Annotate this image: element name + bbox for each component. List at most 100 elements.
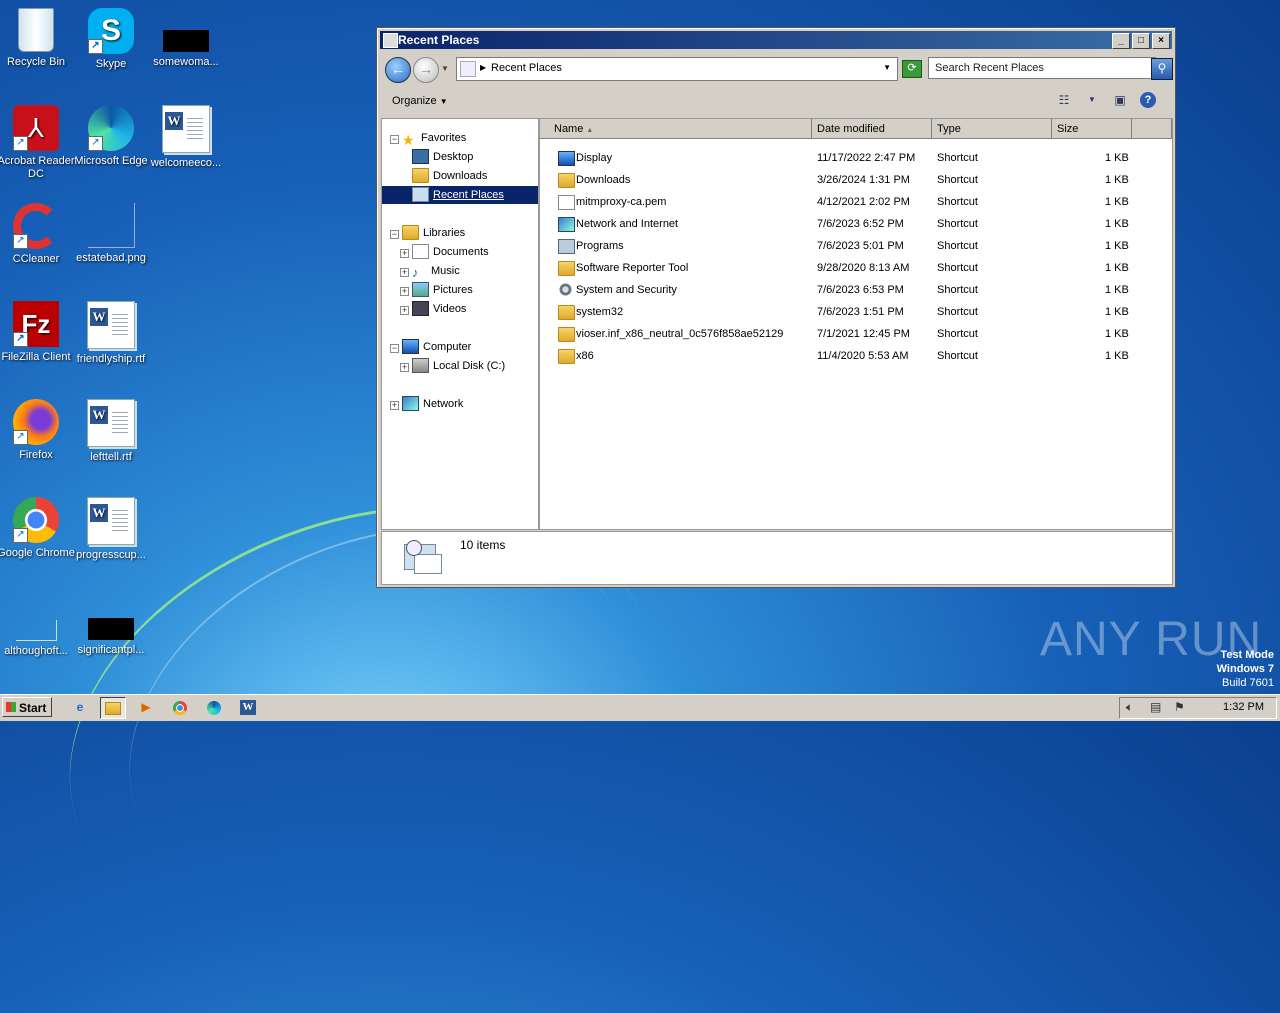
nav-libraries[interactable]: Libraries: [402, 224, 465, 242]
word-document-icon: [162, 105, 210, 153]
column-header-date[interactable]: Date modified: [812, 119, 932, 139]
file-row[interactable]: Programs 7/6/2023 5:01 PM Shortcut 1 KB: [540, 235, 1172, 257]
file-row[interactable]: Network and Internet 7/6/2023 6:52 PM Shor…: [540, 213, 1172, 235]
file-size: 1 KB: [1105, 284, 1129, 296]
address-bar[interactable]: ▶ Recent Places ▼: [456, 57, 898, 81]
desktop-icon-label: friendlyship.rtf: [76, 353, 146, 365]
desktop-icon-somewoma[interactable]: somewoma...: [147, 30, 225, 69]
desktop-icon: [412, 148, 429, 164]
help-icon[interactable]: ?: [1140, 92, 1156, 108]
expand-network-toggle[interactable]: +: [390, 401, 399, 410]
star-icon: ★: [402, 131, 415, 148]
desktop-icon-skype[interactable]: S ↗ Skype: [72, 8, 150, 71]
column-header-name[interactable]: Name ▲: [540, 119, 812, 139]
nav-recent-places[interactable]: Recent Places: [382, 186, 538, 204]
shortcut-arrow-icon: ↗: [13, 528, 28, 543]
explorer-taskbar-icon[interactable]: [100, 697, 126, 719]
internet-explorer-icon[interactable]: e: [68, 697, 92, 717]
nav-music[interactable]: ♪ Music: [412, 262, 460, 280]
file-row[interactable]: system32 7/6/2023 1:51 PM Shortcut 1 KB: [540, 301, 1172, 323]
edge-taskbar-icon[interactable]: [202, 697, 226, 717]
collapse-computer-toggle[interactable]: −: [390, 344, 399, 353]
view-dropdown-icon[interactable]: ▼: [1084, 93, 1100, 107]
clock[interactable]: 1:32 PM: [1223, 701, 1264, 713]
expand-pictures-toggle[interactable]: +: [400, 287, 409, 296]
close-button[interactable]: ×: [1152, 33, 1170, 49]
column-header-type[interactable]: Type: [932, 119, 1052, 139]
nav-downloads[interactable]: Downloads: [412, 167, 487, 185]
file-size: 1 KB: [1105, 328, 1129, 340]
view-options-icon[interactable]: ☷: [1056, 93, 1072, 107]
file-size: 1 KB: [1105, 262, 1129, 274]
column-header-extra[interactable]: [1132, 119, 1172, 139]
taskbar: Start e ▶ W 🔈︎ ▤ ⚑ 1:32 PM: [0, 694, 1280, 721]
file-row[interactable]: Downloads 3/26/2024 1:31 PM Shortcut 1 KB: [540, 169, 1172, 191]
window-titlebar[interactable]: Recent Places _ □ ×: [380, 31, 1172, 49]
file-row[interactable]: Software Reporter Tool 9/28/2020 8:13 AM S…: [540, 257, 1172, 279]
column-header-size[interactable]: Size: [1052, 119, 1132, 139]
chrome-taskbar-icon[interactable]: [168, 697, 192, 717]
start-button[interactable]: Start: [2, 697, 52, 717]
search-input[interactable]: Search Recent Places: [928, 57, 1156, 79]
desktop-icon-significantpl[interactable]: significantpl...: [72, 618, 150, 657]
desktop-icon-welcomeeco[interactable]: welcomeeco...: [147, 105, 225, 170]
nav-pictures[interactable]: Pictures: [412, 281, 473, 299]
desktop-icon-althoughoft[interactable]: althoughoft...: [0, 620, 75, 658]
address-dropdown-icon[interactable]: ▼: [883, 63, 891, 72]
volume-icon[interactable]: 🔈︎: [1126, 700, 1133, 715]
desktop-icon-lefttell[interactable]: lefttell.rtf: [72, 399, 150, 464]
preview-pane-icon[interactable]: ▣: [1112, 93, 1128, 107]
desktop-icon-estatebad[interactable]: estatebad.png: [72, 203, 150, 265]
desktop-icon-filezilla[interactable]: Fz ↗ FileZilla Client: [0, 301, 75, 364]
forward-button[interactable]: →: [413, 57, 439, 83]
hard-disk-icon: [412, 357, 429, 373]
desktop-icon-ccleaner[interactable]: ↗ CCleaner: [0, 203, 75, 266]
file-row[interactable]: vioser.inf_x86_neutral_0c576f858ae52129 7…: [540, 323, 1172, 345]
windows-version-line: Windows 7: [1216, 663, 1274, 675]
expand-music-toggle[interactable]: +: [400, 268, 409, 277]
column-label: Type: [937, 123, 961, 135]
action-center-flag-icon[interactable]: ⚑: [1174, 700, 1185, 714]
breadcrumb-arrow-icon[interactable]: ▶: [480, 63, 486, 72]
nav-favorites[interactable]: ★ Favorites: [402, 129, 466, 148]
file-row[interactable]: Display 11/17/2022 2:47 PM Shortcut 1 KB: [540, 147, 1172, 169]
back-button[interactable]: ←: [385, 57, 411, 83]
file-row[interactable]: x86 11/4/2020 5:53 AM Shortcut 1 KB: [540, 345, 1172, 367]
nav-local-disk[interactable]: Local Disk (C:): [412, 357, 505, 375]
organize-menu[interactable]: Organize ▼: [392, 95, 448, 107]
nav-videos[interactable]: Videos: [412, 300, 466, 318]
file-type: Shortcut: [937, 262, 978, 274]
nav-computer[interactable]: Computer: [402, 338, 471, 356]
file-date: 7/1/2021 12:45 PM: [817, 328, 910, 340]
file-row[interactable]: mitmproxy-ca.pem 4/12/2021 2:02 PM Shortcu…: [540, 191, 1172, 213]
window-title: Recent Places: [398, 33, 480, 47]
search-icon[interactable]: ⚲: [1151, 58, 1173, 80]
nav-network[interactable]: Network: [402, 395, 463, 413]
expand-videos-toggle[interactable]: +: [400, 306, 409, 315]
nav-label: Documents: [433, 246, 489, 258]
collapse-libraries-toggle[interactable]: −: [390, 230, 399, 239]
expand-local-disk-toggle[interactable]: +: [400, 363, 409, 372]
refresh-button[interactable]: ⟳: [902, 60, 922, 78]
maximize-button[interactable]: □: [1132, 33, 1150, 49]
desktop-icon-progresscup[interactable]: progresscup...: [72, 497, 150, 562]
nav-desktop[interactable]: Desktop: [412, 148, 473, 166]
desktop-icon-edge[interactable]: ↗ Microsoft Edge: [72, 105, 150, 168]
desktop-icon-acrobat[interactable]: ⅄ ↗ Acrobat Reader DC: [0, 105, 75, 181]
media-player-icon[interactable]: ▶: [134, 697, 158, 717]
expand-documents-toggle[interactable]: +: [400, 249, 409, 258]
desktop-icon-recycle-bin[interactable]: Recycle Bin: [0, 8, 75, 69]
minimize-button[interactable]: _: [1112, 33, 1130, 49]
nav-documents[interactable]: Documents: [412, 243, 489, 261]
recent-pages-dropdown[interactable]: ▼: [441, 64, 449, 73]
word-taskbar-icon[interactable]: W: [236, 697, 260, 717]
file-row[interactable]: System and Security 7/6/2023 6:53 PM Short…: [540, 279, 1172, 301]
file-name: Display: [576, 152, 613, 164]
desktop-icon-firefox[interactable]: ↗ Firefox: [0, 399, 75, 462]
navigation-pane: − ★ Favorites Desktop Downloads Recent Pl…: [381, 118, 539, 530]
back-arrow-icon: ←: [391, 61, 405, 77]
collapse-favorites-toggle[interactable]: −: [390, 135, 399, 144]
network-status-icon[interactable]: ▤: [1150, 700, 1161, 714]
desktop-icon-friendlyship[interactable]: friendlyship.rtf: [72, 301, 150, 366]
desktop-icon-chrome[interactable]: ↗ Google Chrome: [0, 497, 75, 560]
